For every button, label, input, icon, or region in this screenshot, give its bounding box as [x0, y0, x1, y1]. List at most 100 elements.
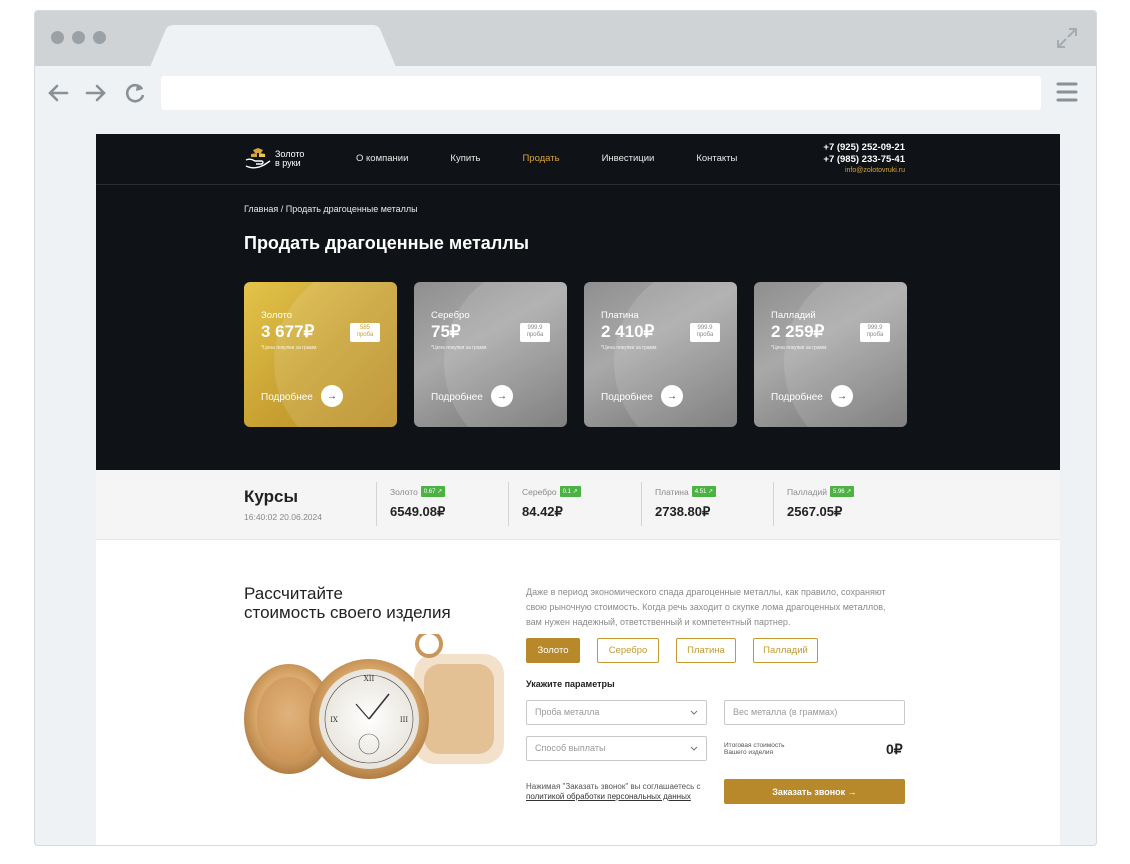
- arrow-right-icon[interactable]: →: [491, 385, 513, 407]
- nav-link-sell[interactable]: Продать: [522, 153, 559, 164]
- window-dot[interactable]: [93, 31, 106, 44]
- browser-titlebar: [35, 11, 1096, 67]
- total-value: 0₽: [886, 741, 903, 757]
- tab-palladium[interactable]: Палладий: [753, 638, 818, 663]
- page-title: Продать драгоценные металлы: [244, 233, 530, 253]
- email-link[interactable]: info@zolotovruki.ru: [823, 166, 905, 176]
- main-nav: О компании Купить Продать Инвестиции Кон…: [356, 153, 779, 164]
- metal-card-silver[interactable]: Серебро 75₽ *Цена покупки за грамм 999.9…: [414, 282, 567, 427]
- metal-tabs: Золото Серебро Платина Палладий: [526, 638, 818, 663]
- probe-badge: 999.9 проба: [520, 323, 550, 342]
- rates-title: Курсы: [244, 487, 298, 506]
- rate-value: 6549.08₽: [390, 504, 446, 519]
- total-label-line: Итоговая стоимость: [724, 742, 785, 749]
- window-dot[interactable]: [51, 31, 64, 44]
- probe-label: проба: [356, 332, 374, 338]
- tab-platinum[interactable]: Платина: [676, 638, 736, 663]
- consent-text: Нажимая "Заказать звонок" вы соглашаетес…: [526, 782, 701, 802]
- gold-hand-icon: [245, 148, 271, 169]
- phone-link[interactable]: +7 (925) 252-09-21: [823, 142, 905, 154]
- rate-change-badge: 4.51 ↗: [691, 486, 717, 497]
- browser-toolbar: [35, 66, 1096, 120]
- nav-link-contacts[interactable]: Контакты: [696, 153, 737, 164]
- card-metal-name: Платина: [601, 310, 639, 321]
- metal-card-platinum[interactable]: Платина 2 410₽ *Цена покупки за грамм 99…: [584, 282, 737, 427]
- card-more-link[interactable]: Подробнее: [261, 392, 313, 403]
- metal-card-gold[interactable]: Золото 3 677₽ *Цена покупки за грамм 585…: [244, 282, 397, 427]
- phone-link[interactable]: +7 (985) 233-75-41: [823, 154, 905, 166]
- privacy-policy-link[interactable]: политикой обработки персональных данных: [526, 792, 691, 801]
- arrow-right-icon[interactable]: →: [321, 385, 343, 407]
- rates-timestamp: 16:40:02 20.06.2024: [244, 512, 322, 522]
- rate-item-palladium: Палладий 5.96 ↗ 2567.05₽: [773, 482, 855, 526]
- site-logo[interactable]: Золото в руки: [244, 146, 304, 172]
- probe-select[interactable]: Проба металла: [526, 700, 707, 725]
- card-price: 3 677₽: [261, 322, 315, 341]
- rate-item-silver: Серебро 0.1 ↗ 84.42₽: [508, 482, 581, 526]
- rate-value: 2567.05₽: [787, 504, 843, 519]
- browser-tab[interactable]: [150, 25, 396, 67]
- nav-link-about[interactable]: О компании: [356, 153, 408, 164]
- order-call-button[interactable]: Заказать звонок →: [724, 779, 905, 804]
- header-contacts: +7 (925) 252-09-21 +7 (985) 233-75-41 in…: [823, 142, 905, 176]
- rate-change-badge: 0.1 ↗: [559, 486, 581, 497]
- probe-badge: 999.9 проба: [860, 323, 890, 342]
- arrow-right-icon[interactable]: →: [661, 385, 683, 407]
- payout-select-placeholder: Способ выплаты: [535, 743, 606, 753]
- tab-gold[interactable]: Золото: [526, 638, 580, 663]
- back-arrow-icon[interactable]: [45, 80, 71, 106]
- metal-cards: Золото 3 677₽ *Цена покупки за грамм 585…: [244, 282, 907, 427]
- reload-icon[interactable]: [122, 80, 148, 106]
- rate-change-badge: 5.96 ↗: [829, 486, 855, 497]
- web-page: Золото в руки О компании Купить Продать …: [96, 134, 1060, 845]
- probe-select-placeholder: Проба металла: [535, 707, 600, 717]
- consent-line: Нажимая "Заказать звонок" вы соглашаетес…: [526, 782, 701, 791]
- breadcrumb[interactable]: Главная / Продать драгоценные металлы: [244, 204, 418, 214]
- card-more-link[interactable]: Подробнее: [431, 392, 483, 403]
- card-price-note: *Цена покупки за грамм: [431, 345, 487, 351]
- rate-value: 2738.80₽: [655, 504, 711, 519]
- total-label: Итоговая стоимость Вашего изделия: [724, 742, 784, 756]
- rates-bar: Курсы 16:40:02 20.06.2024 Золото 0.67 ↗ 6…: [96, 470, 1060, 540]
- rate-item-gold: Золото 0.67 ↗ 6549.08₽: [376, 482, 445, 526]
- browser-window: Золото в руки О компании Купить Продать …: [34, 10, 1097, 846]
- tab-silver[interactable]: Серебро: [597, 638, 659, 663]
- nav-link-buy[interactable]: Купить: [450, 153, 480, 164]
- rate-item-platinum: Платина 4.51 ↗ 2738.80₽: [641, 482, 717, 526]
- address-bar[interactable]: [161, 76, 1041, 110]
- metal-card-palladium[interactable]: Палладий 2 259₽ *Цена покупки за грамм 9…: [754, 282, 907, 427]
- logo-text: в руки: [275, 158, 301, 168]
- card-price-note: *Цена покупки за грамм: [771, 345, 827, 351]
- probe-number: 585: [359, 325, 370, 331]
- probe-badge: 585 проба: [350, 323, 380, 342]
- rate-name: Платина: [655, 486, 689, 497]
- probe-label: проба: [696, 332, 714, 338]
- weight-input[interactable]: Вес металла (в граммах): [724, 700, 905, 725]
- menu-icon[interactable]: [1056, 80, 1078, 104]
- card-more-link[interactable]: Подробнее: [771, 392, 823, 403]
- calc-title-line: стоимость своего изделия: [244, 603, 451, 622]
- arrow-right-icon[interactable]: →: [831, 385, 853, 407]
- weight-input-placeholder: Вес металла (в граммах): [733, 707, 838, 717]
- card-more-link[interactable]: Подробнее: [601, 392, 653, 403]
- site-header: Золото в руки О компании Купить Продать …: [96, 134, 1060, 185]
- calc-title-line: Рассчитайте: [244, 584, 343, 603]
- window-controls: [51, 31, 106, 44]
- chevron-down-icon: [690, 710, 698, 715]
- window-dot[interactable]: [72, 31, 85, 44]
- payout-select[interactable]: Способ выплаты: [526, 736, 707, 761]
- params-label: Укажите параметры: [526, 679, 615, 689]
- card-price: 75₽: [431, 322, 461, 341]
- card-metal-name: Серебро: [431, 310, 470, 321]
- pocket-watch-image: XII III IX: [244, 634, 504, 779]
- rate-name: Золото: [390, 486, 418, 497]
- card-price: 2 259₽: [771, 322, 825, 341]
- rate-name: Палладий: [787, 486, 827, 497]
- forward-arrow-icon[interactable]: [83, 80, 109, 106]
- expand-icon[interactable]: [1056, 27, 1078, 49]
- chevron-down-icon: [690, 746, 698, 751]
- probe-number: 999.9: [867, 325, 883, 331]
- nav-link-invest[interactable]: Инвестиции: [602, 153, 655, 164]
- probe-label: проба: [866, 332, 884, 338]
- rate-change-badge: 0.67 ↗: [420, 486, 446, 497]
